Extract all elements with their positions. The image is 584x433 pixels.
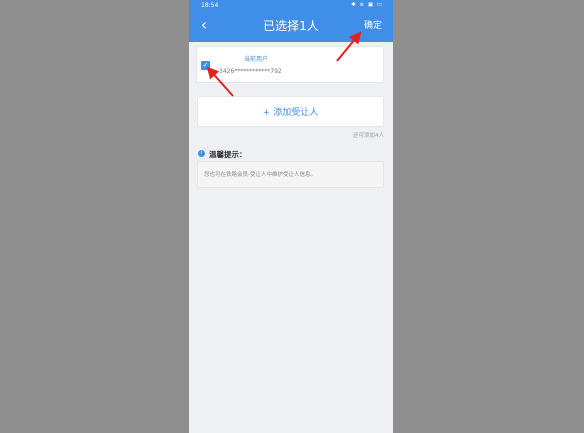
annotation-arrow-checkbox: [206, 66, 234, 97]
annotation-arrow-confirm: [336, 31, 362, 62]
annotation-overlay: [206, 31, 362, 97]
